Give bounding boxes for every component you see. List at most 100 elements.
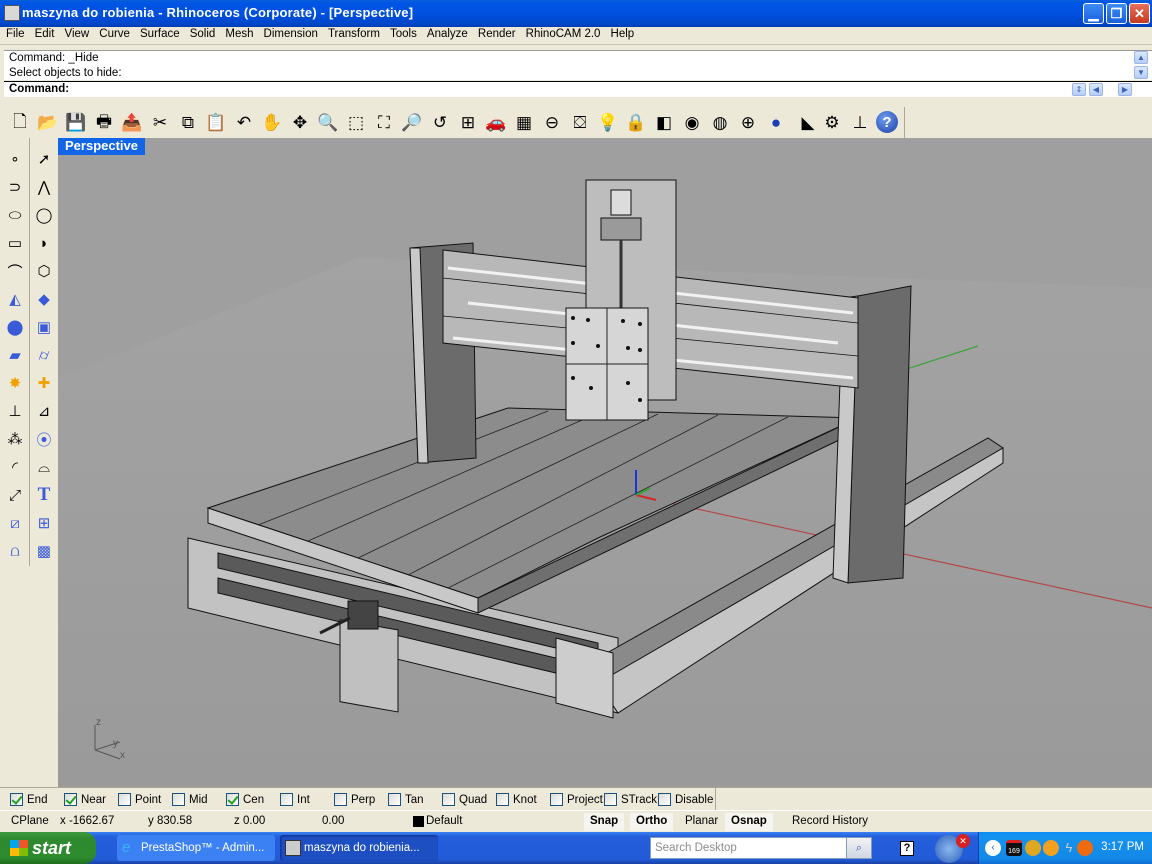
update-tray-icon[interactable] xyxy=(1077,840,1093,856)
ortho-toggle[interactable]: Ortho xyxy=(630,813,674,831)
close-button[interactable]: ✕ xyxy=(1129,3,1150,24)
menu-surface[interactable]: Surface xyxy=(140,27,180,40)
print-icon[interactable]: 🖶 xyxy=(92,111,116,135)
menu-edit[interactable]: Edit xyxy=(35,27,55,40)
wireframe-icon[interactable]: ◍ xyxy=(708,111,732,135)
viewport-title-tab[interactable]: Perspective xyxy=(58,138,145,155)
command-next-button[interactable]: ▶ xyxy=(1118,83,1132,96)
rotate-view-icon[interactable]: ✥ xyxy=(288,111,312,135)
osnap-end[interactable]: End xyxy=(10,792,47,807)
viewport-scene[interactable]: z y x xyxy=(58,138,1152,787)
osnap-quad[interactable]: Quad xyxy=(442,792,487,807)
osnap-checkbox[interactable] xyxy=(496,793,509,806)
rectangle-icon[interactable]: ▭ xyxy=(2,230,28,256)
solid-box-icon[interactable]: ▩ xyxy=(31,538,57,564)
surface-corner-icon[interactable]: ◆ xyxy=(31,286,57,312)
osnap-toggle[interactable]: Osnap xyxy=(725,813,773,831)
light-icon[interactable]: 💡 xyxy=(596,111,620,135)
start-button[interactable]: start xyxy=(0,832,96,864)
ellipse-icon[interactable]: ⬭ xyxy=(2,202,28,228)
minimize-button[interactable]: ▁ xyxy=(1083,3,1104,24)
osnap-project[interactable]: Project xyxy=(550,792,603,807)
copy-icon[interactable]: ⧉ xyxy=(176,111,200,135)
menu-transform[interactable]: Transform xyxy=(328,27,380,40)
circle-icon[interactable]: ◯ xyxy=(31,202,57,228)
four-viewports-icon[interactable]: ⊞ xyxy=(456,111,480,135)
point-icon[interactable]: ∘ xyxy=(2,146,28,172)
osnap-checkbox[interactable] xyxy=(334,793,347,806)
osnap-checkbox[interactable] xyxy=(280,793,293,806)
record-history-toggle[interactable]: Record History xyxy=(786,813,874,831)
arc-point-icon[interactable]: ⌓ xyxy=(31,454,57,480)
boolean-union-icon[interactable]: ⬤ xyxy=(2,314,28,340)
zoom-selected-icon[interactable]: 🔎 xyxy=(400,111,424,135)
osnap-near[interactable]: Near xyxy=(64,792,106,807)
snap-toggle[interactable]: Snap xyxy=(584,813,625,831)
menu-analyze[interactable]: Analyze xyxy=(427,27,468,40)
menu-render[interactable]: Render xyxy=(478,27,516,40)
explode-icon[interactable]: ✸ xyxy=(2,370,28,396)
new-icon[interactable]: 🗋 xyxy=(8,111,32,135)
paste-icon[interactable]: 📋 xyxy=(204,111,228,135)
fillet-edge-icon[interactable]: ◜ xyxy=(2,454,28,480)
clock[interactable]: 3:17 PM xyxy=(1101,841,1144,853)
zoom-extents-icon[interactable]: ⛶ xyxy=(372,111,396,135)
help-icon[interactable]: ? xyxy=(876,111,898,133)
osnap-checkbox[interactable] xyxy=(64,793,77,806)
settings-tray-icon[interactable] xyxy=(1025,840,1041,856)
osnap-checkbox[interactable] xyxy=(442,793,455,806)
curve-control-point-icon[interactable]: ⊃ xyxy=(2,174,28,200)
menu-mesh[interactable]: Mesh xyxy=(225,27,253,40)
osnap-checkbox[interactable] xyxy=(550,793,563,806)
rhino-app-icon[interactable] xyxy=(4,5,20,21)
current-layer[interactable]: Default xyxy=(426,815,462,827)
command-history[interactable]: Command: _Hide Select objects to hide: xyxy=(4,50,1152,80)
select-arrow-icon[interactable]: ➚ xyxy=(31,146,57,172)
osnap-tan[interactable]: Tan xyxy=(388,792,424,807)
boolean-intersection-icon[interactable]: ⦿ xyxy=(31,426,57,452)
osnap-knot[interactable]: Knot xyxy=(496,792,537,807)
surface-from-curves-icon[interactable]: ◭ xyxy=(2,286,28,312)
render-cone-icon[interactable]: ◣ xyxy=(796,111,820,135)
group-icon[interactable]: ⁂ xyxy=(2,426,28,452)
shaded-grid-icon[interactable]: ⊕ xyxy=(736,111,760,135)
tray-expand-icon[interactable]: ‹ xyxy=(985,840,1001,856)
mirror-icon[interactable]: ⧄ xyxy=(2,510,28,536)
command-spin-icon[interactable]: ⇕ xyxy=(1072,83,1086,96)
title-bar[interactable]: maszyna do robienia - Rhinoceros (Corpor… xyxy=(0,0,1152,27)
arc-icon[interactable]: ◗ xyxy=(31,230,57,256)
move-icon[interactable]: ⤢ xyxy=(2,482,28,508)
taskbar-item-rhino[interactable]: maszyna do robienia... xyxy=(280,835,438,861)
open-icon[interactable]: 📂 xyxy=(36,111,60,135)
power-tray-icon[interactable]: ϟ xyxy=(1061,840,1077,856)
menu-help[interactable]: Help xyxy=(611,27,635,40)
undo-icon[interactable]: ↶ xyxy=(232,111,256,135)
car-icon[interactable]: 🚗 xyxy=(484,111,508,135)
menu-view[interactable]: View xyxy=(64,27,89,40)
osnap-int[interactable]: Int xyxy=(280,792,310,807)
osnap-disable[interactable]: Disable xyxy=(658,792,713,807)
undo-view-icon[interactable]: ↺ xyxy=(428,111,452,135)
osnap-checkbox[interactable] xyxy=(388,793,401,806)
cut-icon[interactable]: ✂ xyxy=(148,111,172,135)
color-wheel-icon[interactable]: ◉ xyxy=(680,111,704,135)
polygon-icon[interactable]: ⬡ xyxy=(31,258,57,284)
join-icon[interactable]: ✚ xyxy=(31,370,57,396)
cplane-icon[interactable]: ⊖ xyxy=(540,111,564,135)
pan-icon[interactable]: ✋ xyxy=(260,111,284,135)
osnap-perp[interactable]: Perp xyxy=(334,792,375,807)
osnap-checkbox[interactable] xyxy=(172,793,185,806)
text-icon[interactable]: T xyxy=(31,482,57,508)
menu-rhinocam[interactable]: RhinoCAM 2.0 xyxy=(526,27,601,40)
command-prev-button[interactable]: ◀ xyxy=(1089,83,1103,96)
osnap-mid[interactable]: Mid xyxy=(172,792,208,807)
menu-file[interactable]: File xyxy=(6,27,25,40)
save-icon[interactable]: 💾 xyxy=(64,111,88,135)
desktop-search-input[interactable]: Search Desktop xyxy=(650,837,858,859)
osnap-cen[interactable]: Cen xyxy=(226,792,264,807)
box-icon[interactable]: ▣ xyxy=(31,314,57,340)
osnap-checkbox[interactable] xyxy=(226,793,239,806)
render-sphere-icon[interactable]: ● xyxy=(764,111,788,135)
polyline-icon[interactable]: ⋀ xyxy=(31,174,57,200)
command-input[interactable]: Command: xyxy=(4,81,1152,97)
